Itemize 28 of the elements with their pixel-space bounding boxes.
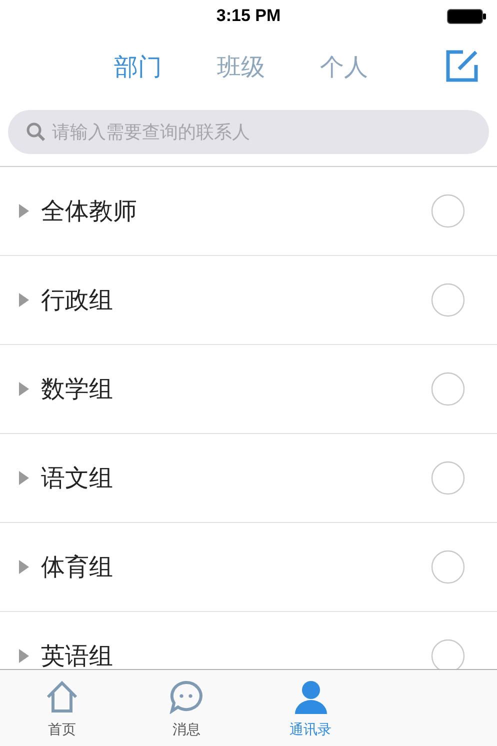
- checkbox[interactable]: [431, 372, 465, 406]
- checkbox[interactable]: [431, 550, 465, 584]
- battery-icon: [447, 9, 487, 24]
- group-name[interactable]: 行政组: [41, 282, 431, 318]
- expand-arrow-icon[interactable]: [18, 560, 30, 574]
- tab-bar-item[interactable]: 首页: [0, 670, 124, 746]
- status-time: 3:15 PM: [216, 5, 281, 28]
- home-icon: [45, 680, 80, 714]
- checkbox[interactable]: [431, 283, 465, 317]
- group-name[interactable]: 英语组: [41, 638, 431, 669]
- expand-arrow-icon[interactable]: [18, 293, 30, 307]
- group-name[interactable]: 语文组: [41, 460, 431, 496]
- person-icon: [294, 680, 328, 714]
- checkbox[interactable]: [431, 461, 465, 495]
- group-name[interactable]: 数学组: [41, 371, 431, 407]
- checkbox[interactable]: [431, 639, 465, 669]
- checkbox[interactable]: [431, 194, 465, 228]
- search-field[interactable]: 请输入需要查询的联系人: [8, 110, 489, 154]
- search-icon: [26, 122, 46, 142]
- expand-arrow-icon[interactable]: [18, 649, 30, 663]
- chat-bubble-icon: [169, 680, 204, 714]
- group-name[interactable]: 体育组: [41, 549, 431, 585]
- tab-bar-item[interactable]: 消息: [124, 670, 248, 746]
- expand-arrow-icon[interactable]: [18, 382, 30, 396]
- expand-arrow-icon[interactable]: [18, 204, 30, 218]
- expand-arrow-icon[interactable]: [18, 471, 30, 485]
- group-name[interactable]: 全体教师: [41, 193, 431, 229]
- compose-icon[interactable]: [445, 49, 479, 83]
